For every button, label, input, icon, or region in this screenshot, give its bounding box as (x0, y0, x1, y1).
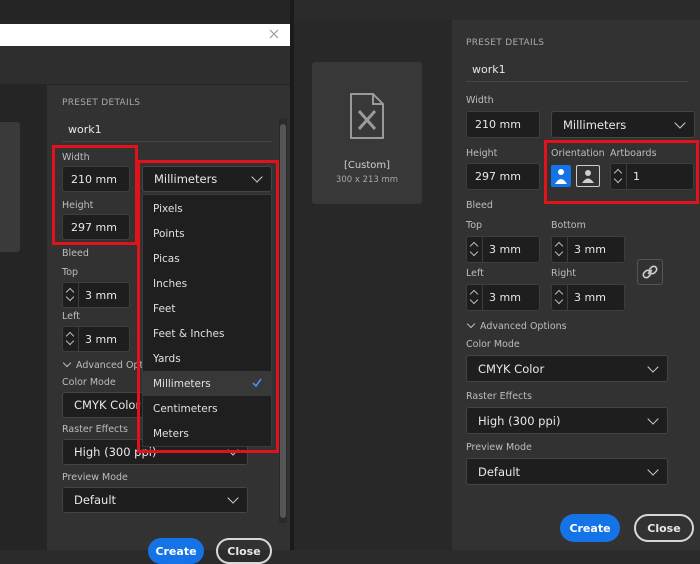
create-button[interactable]: Create (148, 538, 204, 564)
preview-mode-value: Default (74, 493, 117, 507)
highlight-size-fields (52, 145, 138, 245)
preview-mode-dropdown[interactable]: Default (62, 487, 248, 513)
custom-preset-card[interactable]: [Custom] 300 x 213 mm (312, 62, 422, 204)
bleed-left-label: Left (62, 311, 80, 322)
bleed-bottom-value: 3 mm (574, 243, 606, 256)
color-mode-label: Color Mode (466, 339, 520, 350)
left-screenshot: PRESET DETAILS work1 Width 210 mm Millim… (0, 0, 290, 564)
chevron-down-icon[interactable] (554, 247, 564, 257)
raster-effects-value: High (300 ppi) (478, 413, 561, 428)
chevron-down-icon[interactable] (469, 247, 479, 257)
panel-scrollbar[interactable] (279, 118, 287, 523)
bleed-top-label: Top (62, 267, 79, 278)
bleed-top-stepper[interactable]: 3 mm (466, 236, 540, 263)
bleed-left-label: Left (466, 268, 484, 279)
color-mode-dropdown[interactable]: CMYK Color (466, 355, 668, 382)
height-input[interactable]: 297 mm (466, 163, 540, 190)
create-button-label: Create (569, 521, 611, 535)
preset-thumbnail[interactable] (0, 122, 20, 252)
width-input[interactable]: 210 mm (466, 111, 540, 138)
chevron-down-icon (647, 463, 659, 476)
preview-mode-dropdown[interactable]: Default (466, 458, 668, 485)
close-button[interactable]: Close (634, 514, 694, 542)
create-button[interactable]: Create (560, 514, 620, 542)
bleed-bottom-label: Bottom (551, 220, 586, 231)
close-button-label: Close (227, 544, 261, 558)
document-icon (348, 92, 386, 140)
top-bar (294, 0, 700, 20)
height-label: Height (466, 148, 498, 159)
scrollbar-thumb[interactable] (280, 124, 286, 518)
bleed-right-label: Right (551, 268, 577, 279)
chevron-down-icon (62, 358, 72, 368)
bleed-label: Bleed (466, 200, 493, 211)
preview-mode-label: Preview Mode (466, 442, 532, 453)
width-label: Width (466, 95, 494, 106)
bleed-right-value: 3 mm (574, 291, 606, 304)
advanced-options-toggle[interactable]: Advanced Options (466, 319, 567, 332)
chevron-down-icon (674, 116, 686, 129)
highlight-units-menu (137, 160, 279, 453)
dialog-title-bar (0, 24, 290, 46)
chevron-down-icon (647, 360, 659, 373)
chevron-down-icon[interactable] (469, 295, 479, 305)
bleed-right-stepper[interactable]: 3 mm (551, 284, 625, 311)
close-icon[interactable] (268, 28, 280, 40)
color-mode-label: Color Mode (62, 377, 116, 388)
stepper-arrows[interactable] (63, 327, 79, 351)
bleed-bottom-stepper[interactable]: 3 mm (551, 236, 625, 263)
preset-card-size: 300 x 213 mm (335, 175, 399, 185)
chevron-down-icon[interactable] (65, 336, 75, 346)
units-selected: Millimeters (563, 117, 627, 132)
chevron-down-icon (647, 412, 659, 425)
preset-name-input[interactable]: work1 (62, 118, 272, 142)
section-title: PRESET DETAILS (62, 98, 141, 108)
highlight-orientation-artboards (544, 140, 699, 204)
close-button[interactable]: Close (216, 538, 272, 564)
stepper-arrows[interactable] (63, 283, 79, 307)
chevron-down-icon[interactable] (554, 295, 564, 305)
raster-effects-label: Raster Effects (466, 391, 532, 402)
stepper-arrows[interactable] (467, 285, 483, 310)
preview-mode-label: Preview Mode (62, 472, 128, 483)
color-mode-value: CMYK Color (74, 398, 141, 412)
create-button-label: Create (155, 544, 197, 558)
bleed-top-label: Top (466, 220, 483, 231)
preset-name-input[interactable]: work1 (466, 58, 688, 82)
stepper-arrows[interactable] (552, 285, 568, 310)
stepper-arrows[interactable] (552, 237, 568, 262)
preview-mode-value: Default (478, 464, 521, 479)
bleed-left-stepper[interactable]: 3 mm (466, 284, 540, 311)
dialog-header-strip (0, 46, 290, 84)
bleed-left-stepper[interactable]: 3 mm (62, 326, 130, 352)
bleed-left-value: 3 mm (85, 332, 117, 346)
units-dropdown[interactable]: Millimeters (551, 111, 695, 138)
raster-effects-dropdown[interactable]: High (300 ppi) (466, 407, 668, 434)
chevron-down-icon (227, 492, 239, 504)
close-button-label: Close (647, 521, 681, 535)
advanced-options-label: Advanced Options (480, 321, 567, 332)
chevron-down-icon[interactable] (65, 292, 75, 302)
section-title: PRESET DETAILS (466, 38, 545, 48)
bleed-left-value: 3 mm (489, 291, 521, 304)
raster-effects-label: Raster Effects (62, 424, 128, 435)
preset-card-title: [Custom] (343, 160, 391, 171)
bleed-label: Bleed (62, 248, 89, 259)
bleed-top-value: 3 mm (85, 288, 117, 302)
color-mode-value: CMYK Color (478, 361, 545, 376)
right-screenshot: [Custom] 300 x 213 mm PRESET DETAILS wor… (294, 0, 700, 550)
link-bleed-icon[interactable] (637, 259, 663, 285)
bleed-top-stepper[interactable]: 3 mm (62, 282, 130, 308)
stepper-arrows[interactable] (467, 237, 483, 262)
bleed-top-value: 3 mm (489, 243, 521, 256)
chevron-down-icon (466, 319, 476, 329)
